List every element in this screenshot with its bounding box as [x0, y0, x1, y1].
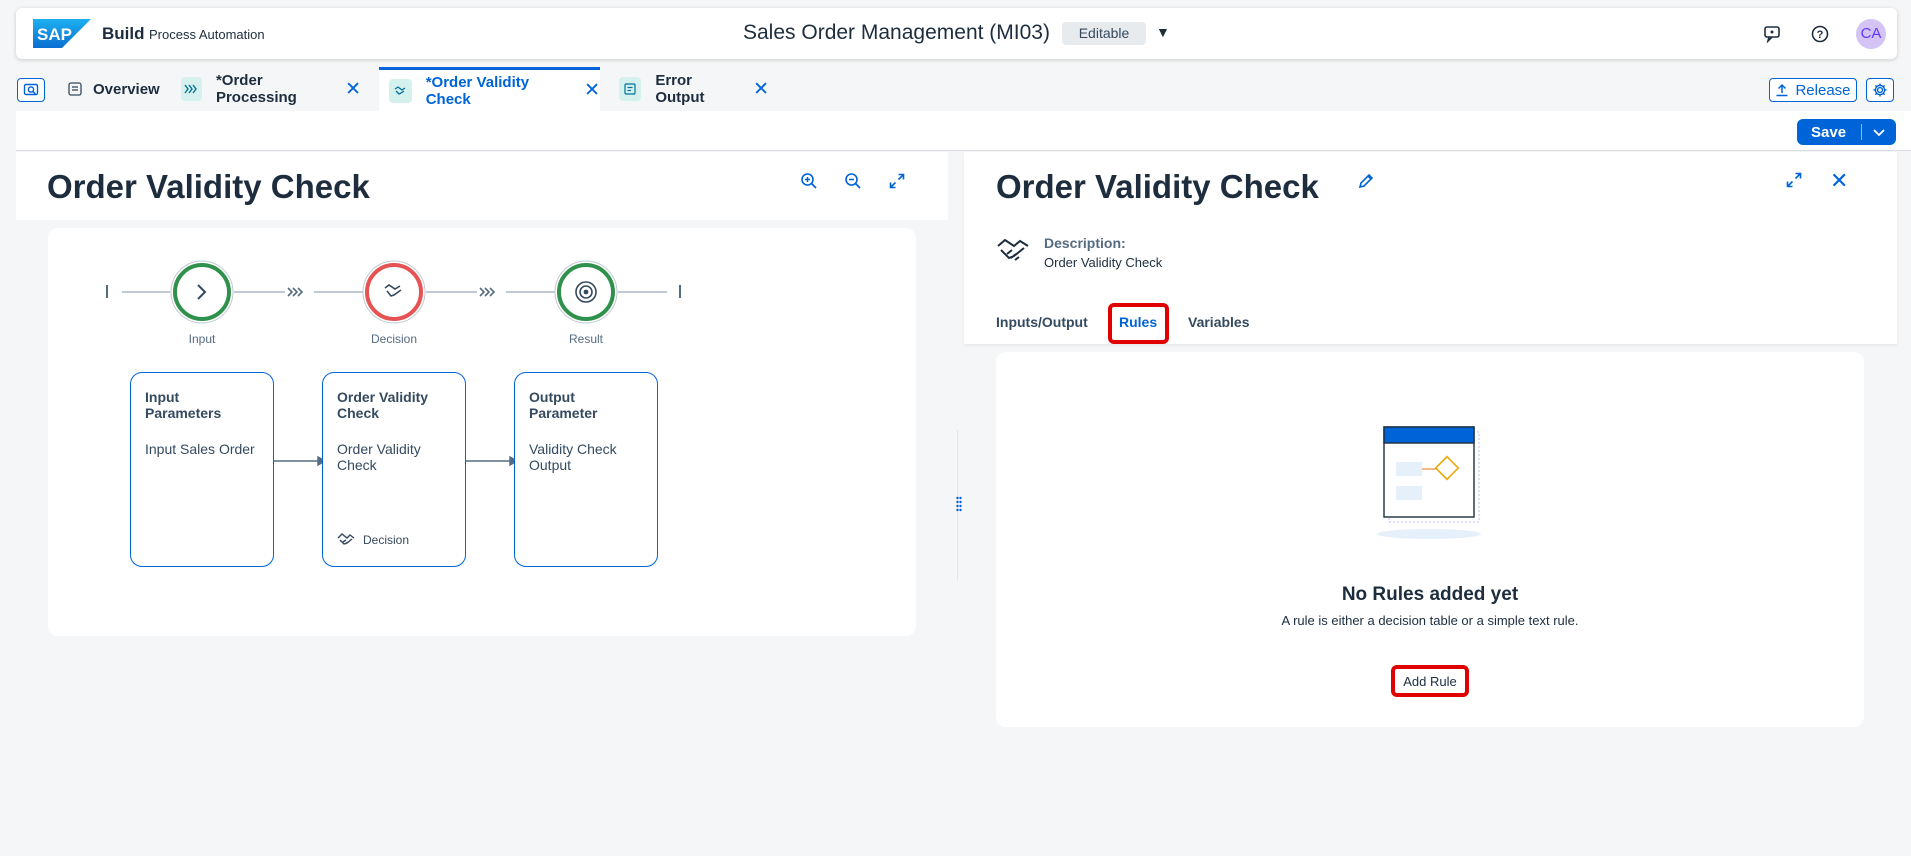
- feedback-icon[interactable]: [1760, 22, 1784, 46]
- description-label: Description:: [1044, 235, 1126, 251]
- panel-title: Order Validity Check: [996, 168, 1319, 205]
- close-icon[interactable]: ✕: [584, 79, 600, 102]
- node-order-validity-check[interactable]: Order Validity Check Order Validity Chec…: [322, 372, 466, 567]
- edit-icon[interactable]: [1357, 172, 1375, 195]
- rules-empty-state: No Rules added yet A rule is either a de…: [996, 352, 1864, 727]
- mode-dropdown-icon[interactable]: ▼: [1156, 24, 1170, 40]
- save-menu-chevron-icon[interactable]: [1862, 125, 1896, 140]
- tab-label: Error Output: [655, 72, 705, 106]
- node-title: Order Validity Check: [337, 389, 429, 421]
- fit-to-screen-icon[interactable]: [886, 170, 908, 192]
- user-avatar[interactable]: CA: [1856, 19, 1886, 49]
- close-icon[interactable]: ✕: [753, 78, 769, 101]
- svg-text:?: ?: [1817, 29, 1824, 41]
- tab-error-output[interactable]: Error Output ✕: [619, 67, 769, 111]
- step-label-input: Input: [188, 332, 216, 346]
- step-input-icon: [170, 260, 234, 324]
- process-icon: [181, 77, 202, 101]
- tab-order-validity-check[interactable]: *Order Validity Check ✕: [379, 67, 600, 111]
- settings-button[interactable]: [1866, 78, 1894, 102]
- svg-text:SAP: SAP: [37, 25, 72, 44]
- zoom-in-icon[interactable]: [798, 170, 820, 192]
- empty-state-subtitle: A rule is either a decision table or a s…: [1281, 613, 1579, 628]
- node-text: Validity Check Output: [529, 441, 617, 473]
- decision-details-panel: Order Validity Check ✕ Description: Orde…: [964, 152, 1897, 344]
- save-button[interactable]: Save: [1797, 119, 1896, 145]
- handshake-icon: [337, 533, 355, 545]
- close-icon[interactable]: ✕: [1830, 168, 1848, 194]
- tab-variables[interactable]: Variables: [1188, 314, 1250, 330]
- shell-bar: SAP Build Process Automation Sales Order…: [16, 8, 1897, 59]
- overview-icon: [68, 82, 82, 96]
- help-icon[interactable]: ?: [1808, 22, 1832, 46]
- node-input-parameters[interactable]: Input Parameters Input Sales Order: [130, 372, 274, 567]
- description-value: Order Validity Check: [1044, 255, 1163, 270]
- upload-icon: [1776, 83, 1788, 97]
- process-canvas-header: Order Validity Check: [16, 152, 948, 220]
- decision-icon: [389, 78, 412, 103]
- node-text: Input Sales Order: [145, 441, 255, 457]
- search-icon: [23, 83, 39, 96]
- node-title: Input Parameters: [145, 389, 222, 421]
- product-subtitle: Process Automation: [149, 27, 265, 42]
- step-result-icon: [554, 260, 618, 324]
- expand-icon[interactable]: [1786, 172, 1802, 193]
- tab-strip: Overview *Order Processing ✕ *Order Vali…: [0, 67, 1911, 111]
- gear-icon: [1873, 83, 1887, 97]
- mode-badge[interactable]: Editable: [1062, 22, 1146, 45]
- node-output-parameter[interactable]: Output Parameter Validity Check Output: [514, 372, 658, 567]
- tab-label: *Order Processing: [215, 72, 297, 106]
- product-name: Build: [102, 24, 145, 43]
- tab-label: *Order Validity Check: [425, 73, 530, 108]
- tab-overview[interactable]: Overview: [68, 67, 168, 111]
- tab-label: Overview: [93, 80, 160, 98]
- empty-state-title: No Rules added yet: [1341, 584, 1519, 605]
- page-toolbar: Save: [16, 111, 1911, 151]
- page-title: Order Validity Check: [47, 168, 370, 205]
- handshake-icon: [996, 236, 1030, 271]
- step-label-decision: Decision: [370, 332, 418, 346]
- form-icon: [619, 77, 642, 101]
- node-title: Output Parameter: [529, 389, 598, 421]
- step-label-result: Result: [568, 332, 603, 346]
- node-text: Order Validity Check: [337, 441, 421, 473]
- zoom-out-icon[interactable]: [842, 170, 864, 192]
- release-button[interactable]: Release: [1769, 78, 1857, 102]
- search-tabs-button[interactable]: [17, 78, 45, 102]
- empty-rules-illustration-icon: [1377, 426, 1481, 539]
- rules-tab-highlight: [1108, 303, 1169, 344]
- resize-handle-icon[interactable]: [956, 496, 962, 512]
- tab-order-processing[interactable]: *Order Processing ✕: [181, 67, 361, 111]
- sap-logo[interactable]: SAP: [33, 19, 91, 48]
- tab-inputs-output[interactable]: Inputs/Output: [996, 314, 1088, 330]
- node-footer: Decision: [337, 532, 409, 548]
- add-rule-button[interactable]: Add Rule: [1391, 665, 1469, 697]
- close-icon[interactable]: ✕: [345, 78, 361, 101]
- process-canvas: Input Decision Result Input Parameters I…: [48, 228, 916, 636]
- app-title: Sales Order Management (MI03): [743, 21, 1050, 44]
- step-decision-icon: [362, 260, 426, 324]
